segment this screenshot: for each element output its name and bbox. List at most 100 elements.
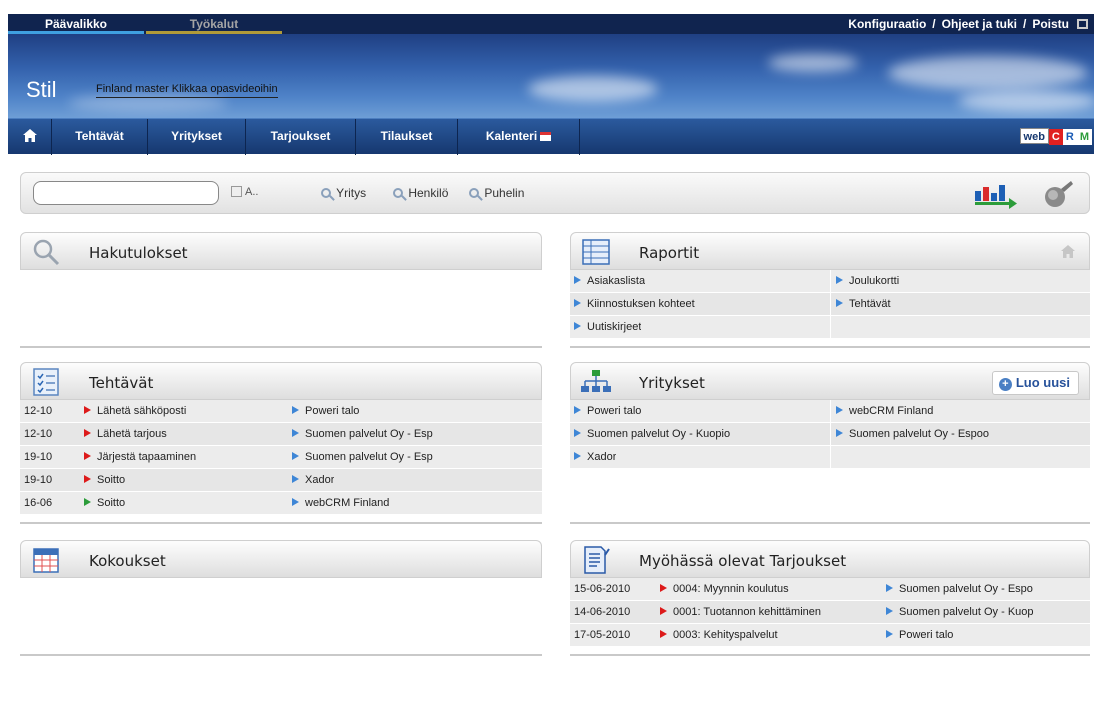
company-row: Xador bbox=[570, 446, 1090, 469]
task-link[interactable]: Soitto bbox=[84, 469, 125, 491]
company-link[interactable]: Suomen palvelut Oy - Kuopio bbox=[574, 423, 730, 445]
company-link[interactable]: webCRM Finland bbox=[836, 400, 933, 422]
offer-row[interactable]: 15-06-2010 0004: Myynnin koulutus Suomen… bbox=[570, 578, 1090, 601]
logo-r: R bbox=[1062, 129, 1077, 145]
arrow-right-icon bbox=[660, 607, 667, 615]
company-link[interactable]: Xador bbox=[574, 446, 616, 468]
arrow-right-icon bbox=[292, 498, 299, 506]
panel-title: Kokoukset bbox=[89, 552, 166, 570]
offer-label: 0001: Tuotannon kehittäminen bbox=[673, 606, 822, 618]
main-nav: Tehtävät Yritykset Tarjoukset Tilaukset … bbox=[8, 118, 1094, 155]
search-phone-option[interactable]: Puhelin bbox=[469, 186, 524, 200]
chart-export-icon[interactable] bbox=[973, 179, 1019, 209]
document-icon bbox=[584, 546, 610, 574]
company-link[interactable]: Poweri talo bbox=[886, 624, 953, 646]
logout-link[interactable]: Poistu bbox=[1032, 17, 1069, 31]
help-link[interactable]: Ohjeet ja tuki bbox=[942, 17, 1017, 31]
checkbox[interactable] bbox=[231, 186, 242, 197]
search-input[interactable] bbox=[33, 181, 219, 205]
company-link[interactable]: webCRM Finland bbox=[292, 492, 389, 514]
report-link[interactable]: Asiakaslista bbox=[574, 270, 645, 292]
offer-link[interactable]: 0001: Tuotannon kehittäminen bbox=[660, 601, 821, 623]
panel-title: Myöhässä olevat Tarjoukset bbox=[639, 552, 847, 570]
plus-icon: + bbox=[998, 378, 1012, 391]
arrow-right-icon bbox=[836, 406, 843, 414]
panel-title: Raportit bbox=[639, 244, 700, 262]
search-results-panel: Hakutulokset bbox=[20, 232, 542, 348]
config-link[interactable]: Konfiguraatio bbox=[848, 17, 926, 31]
tool-icon[interactable] bbox=[1041, 179, 1075, 209]
arrow-right-icon bbox=[574, 322, 581, 330]
report-link[interactable]: Kiinnostuksen kohteet bbox=[574, 293, 695, 315]
report-link[interactable]: Uutiskirjeet bbox=[574, 316, 641, 338]
panel-header: Hakutulokset bbox=[20, 232, 542, 270]
nav-item-orders[interactable]: Tilaukset bbox=[356, 119, 458, 155]
company-link[interactable]: Poweri talo bbox=[292, 400, 359, 422]
divider bbox=[830, 316, 831, 338]
companies-panel: Yritykset + Luo uusi Poweri talo webCRM F… bbox=[570, 362, 1090, 524]
report-link[interactable]: Tehtävät bbox=[836, 293, 891, 315]
task-row[interactable]: 12-10 Lähetä sähköposti Poweri talo bbox=[20, 400, 542, 423]
nav-item-calendar[interactable]: Kalenteri bbox=[458, 119, 580, 155]
search-person-option[interactable]: Henkilö bbox=[393, 186, 448, 200]
report-label: Tehtävät bbox=[849, 298, 891, 310]
nav-item-companies[interactable]: Yritykset bbox=[148, 119, 246, 155]
company-link[interactable]: Suomen palvelut Oy - Espo bbox=[886, 578, 1033, 600]
company-link[interactable]: Xador bbox=[292, 469, 334, 491]
task-row[interactable]: 19-10 Soitto Xador bbox=[20, 469, 542, 492]
arrow-right-icon bbox=[292, 452, 299, 460]
webcrm-logo: web C R M bbox=[1019, 128, 1092, 145]
report-label: Uutiskirjeet bbox=[587, 321, 642, 333]
company-label: Suomen palvelut Oy - Kuopio bbox=[587, 428, 731, 440]
nav-calendar-label: Kalenteri bbox=[485, 129, 538, 143]
offer-label: 0004: Myynnin koulutus bbox=[673, 583, 789, 595]
reports-list: Asiakaslista Joulukortti Kiinnostuksen k… bbox=[570, 270, 1090, 339]
checklist-icon bbox=[33, 368, 59, 396]
company-link[interactable]: Suomen palvelut Oy - Esp bbox=[292, 423, 433, 445]
main-menu-tab[interactable]: Päävalikko bbox=[8, 14, 144, 34]
tools-menu-tab[interactable]: Työkalut bbox=[146, 14, 282, 34]
task-link[interactable]: Lähetä sähköposti bbox=[84, 400, 186, 422]
task-link[interactable]: Soitto bbox=[84, 492, 125, 514]
company-link[interactable]: Poweri talo bbox=[574, 400, 641, 422]
create-new-label: Luo uusi bbox=[1015, 375, 1070, 390]
task-link[interactable]: Järjestä tapaaminen bbox=[84, 446, 196, 468]
home-icon[interactable] bbox=[1061, 245, 1075, 258]
task-row[interactable]: 16-06 Soitto webCRM Finland bbox=[20, 492, 542, 515]
task-label: Lähetä tarjous bbox=[97, 428, 167, 440]
company-link[interactable]: Suomen palvelut Oy - Kuop bbox=[886, 601, 1034, 623]
task-label: Järjestä tapaaminen bbox=[97, 451, 197, 463]
arrow-right-icon bbox=[84, 406, 91, 414]
arrow-right-icon bbox=[84, 429, 91, 437]
panel-title: Hakutulokset bbox=[89, 244, 188, 262]
offer-row[interactable]: 17-05-2010 0003: Kehityspalvelut Poweri … bbox=[570, 624, 1090, 647]
companies-list: Poweri talo webCRM Finland Suomen palvel… bbox=[570, 400, 1090, 469]
offer-link[interactable]: 0004: Myynnin koulutus bbox=[660, 578, 789, 600]
window-icon[interactable] bbox=[1077, 19, 1088, 29]
video-guide-link[interactable]: Finland master Klikkaa opasvideoihin bbox=[96, 83, 278, 98]
arrow-right-icon bbox=[574, 429, 581, 437]
task-row[interactable]: 19-10 Järjestä tapaaminen Suomen palvelu… bbox=[20, 446, 542, 469]
offer-row[interactable]: 14-06-2010 0001: Tuotannon kehittäminen … bbox=[570, 601, 1090, 624]
late-offers-panel: Myöhässä olevat Tarjoukset 15-06-2010 00… bbox=[570, 540, 1090, 656]
search-all-checkbox[interactable]: A.. bbox=[231, 186, 258, 198]
report-link[interactable]: Joulukortti bbox=[836, 270, 899, 292]
divider bbox=[830, 446, 831, 468]
panel-title: Yritykset bbox=[639, 374, 705, 392]
arrow-right-icon bbox=[886, 630, 893, 638]
banner: Stil Finland master Klikkaa opasvideoihi… bbox=[8, 34, 1094, 118]
company-label: Poweri talo bbox=[899, 629, 954, 641]
report-row: Uutiskirjeet bbox=[570, 316, 1090, 339]
company-link[interactable]: Suomen palvelut Oy - Espoo bbox=[836, 423, 989, 445]
task-link[interactable]: Lähetä tarjous bbox=[84, 423, 167, 445]
nav-item-offers[interactable]: Tarjoukset bbox=[246, 119, 356, 155]
nav-home[interactable] bbox=[8, 119, 52, 155]
search-company-option[interactable]: Yritys bbox=[321, 186, 366, 200]
nav-item-tasks[interactable]: Tehtävät bbox=[52, 119, 148, 155]
task-row[interactable]: 12-10 Lähetä tarjous Suomen palvelut Oy … bbox=[20, 423, 542, 446]
company-link[interactable]: Suomen palvelut Oy - Esp bbox=[292, 446, 433, 468]
offer-link[interactable]: 0003: Kehityspalvelut bbox=[660, 624, 778, 646]
create-new-button[interactable]: + Luo uusi bbox=[991, 371, 1079, 395]
report-label: Asiakaslista bbox=[587, 275, 646, 287]
arrow-right-icon bbox=[292, 429, 299, 437]
